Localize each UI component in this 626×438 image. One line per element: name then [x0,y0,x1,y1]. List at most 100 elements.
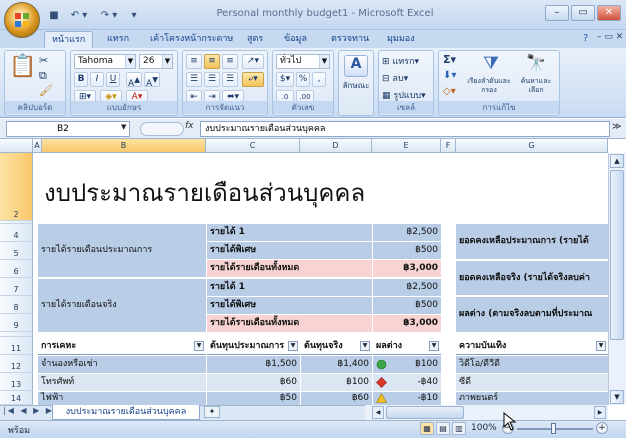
grow-font-icon[interactable]: A▲ [126,72,142,89]
minimize-button[interactable]: – [545,5,569,21]
list-item[interactable]: ซีดี [456,374,608,391]
tab-page-layout[interactable]: เค้าโครงหน้ากระดาษ [143,31,240,48]
percent-button[interactable]: % [296,72,310,87]
table-row-name[interactable]: ไฟฟ้า [38,392,206,405]
sheet-nav-icons[interactable]: |◀ ◀ ▶ ▶| [3,406,59,415]
col-header-b[interactable]: B [42,139,206,153]
row-header-11[interactable]: 11 [0,337,33,355]
italic-button[interactable]: I [90,72,104,87]
tab-formulas[interactable]: สูตร [240,31,270,48]
table-row-projected[interactable]: ฿60 [207,374,300,391]
row-header-2[interactable]: 2 [0,153,33,221]
row-header-9[interactable]: 9 [0,314,33,332]
actual-income1-value[interactable]: ฿2,500 [373,279,441,296]
col-header-f[interactable]: F [441,139,456,153]
chevron-down-icon[interactable]: ▼ [319,55,329,68]
fill-icon[interactable]: ⬇▾ [443,70,456,81]
sheet-tab-budget[interactable]: งบประมาณรายเดือนส่วนบุคคล [52,405,200,420]
scroll-up-icon[interactable]: ▲ [610,154,624,168]
format-cells-button[interactable]: ▦ รูปแบบ▾ [382,88,426,102]
difference-label[interactable]: ผลต่าง (ตามจริงลบตามที่ประมาณ [456,297,608,332]
tab-insert[interactable]: แทรก [100,31,136,48]
col-header-a[interactable]: A [33,139,42,153]
align-left-icon[interactable]: ☰ [186,72,202,87]
table-row-actual[interactable]: ฿1,400 [301,356,372,373]
redo-button[interactable]: ↷ ▾ [96,10,122,21]
actual-extra-value[interactable]: ฿500 [373,297,441,314]
align-middle-icon[interactable]: ≡ [204,54,220,69]
row-header-7[interactable]: 7 [0,278,33,296]
tab-review[interactable]: ตรวจทาน [324,31,376,48]
save-icon[interactable]: ■ [46,10,62,21]
align-right-icon[interactable]: ☰ [222,72,238,87]
scroll-right-icon[interactable]: ▶ [594,406,606,419]
fx-button[interactable]: fx [185,121,194,131]
ribbon-window-controls[interactable]: – ▭ ✕ [597,32,623,42]
page-break-view-icon[interactable]: ▥ [452,422,466,435]
undo-button[interactable]: ↶ ▾ [66,10,92,21]
filter-dropdown-icon[interactable]: ▼ [596,341,606,351]
filter-dropdown-icon[interactable]: ▼ [288,341,298,351]
actual-balance-label[interactable]: ยอดคงเหลือจริง (รายได้จริงลบค่า [456,261,608,295]
insert-cells-button[interactable]: ⊞ แทรก▾ [382,54,419,68]
copy-icon[interactable]: ⧉ [39,69,47,83]
filter-dropdown-icon[interactable]: ▼ [194,341,204,351]
normal-view-icon[interactable]: ▦ [420,422,434,435]
filter-dropdown-icon[interactable]: ▼ [360,341,370,351]
row-header-5[interactable]: 5 [0,242,33,260]
table-row-name[interactable]: จำนองหรือเช่า [38,356,206,373]
number-format-combo[interactable]: ทั่วไป ▼ [276,54,330,69]
comma-button[interactable]: , [312,72,326,87]
actual-total-value[interactable]: ฿3,000 [373,315,441,332]
styles-button-label[interactable]: ลักษณะ [339,79,373,92]
filter-dropdown-icon[interactable]: ▼ [429,341,439,351]
projected-total-value[interactable]: ฿3,000 [373,260,441,277]
close-button[interactable]: ✕ [597,5,621,21]
restore-button[interactable]: ▭ [571,5,595,21]
actual-income-label[interactable]: รายได้รายเดือนจริง [38,279,206,332]
row-header-12[interactable]: 12 [0,355,33,373]
office-button[interactable] [4,2,40,38]
table-row-name[interactable]: โทรศัพท์ [38,374,206,391]
col-header-e[interactable]: E [372,139,441,153]
col-header-d[interactable]: D [300,139,372,153]
projected-income1-label[interactable]: รายได้ 1 [207,224,372,241]
scroll-left-icon[interactable]: ◀ [372,406,384,419]
projected-total-label[interactable]: รายได้รายเดือนทั้งหมด [207,260,372,277]
paste-icon[interactable]: 📋 [9,54,36,88]
actual-income1-label[interactable]: รายได้ 1 [207,279,372,296]
tab-data[interactable]: ข้อมูล [277,31,314,48]
projected-balance-label[interactable]: ยอดคงเหลือประมาณการ (รายได้ [456,224,608,259]
actual-total-label[interactable]: รายได้รายเดือนทั้งหมด [207,315,372,332]
zoom-slider-thumb[interactable] [551,423,556,434]
col-header-g[interactable]: G [456,139,608,153]
select-all-corner[interactable] [0,139,33,153]
sort-filter-button[interactable]: เรียงลำดับและกรอง [465,77,513,95]
projected-extra-value[interactable]: ฿500 [373,242,441,259]
autosum-button[interactable]: Σ▾ [443,53,456,66]
row-header-6[interactable]: 6 [0,260,33,278]
styles-icon[interactable]: A [344,55,368,77]
orientation-icon[interactable]: ↗▾ [242,54,264,69]
clear-icon[interactable]: ◇▾ [443,86,456,97]
table-header-difference[interactable]: ผลต่าง ▼ [373,338,441,355]
row-header-8[interactable]: 8 [0,296,33,314]
table-row-projected[interactable]: ฿1,500 [207,356,300,373]
zoom-in-icon[interactable]: + [596,422,608,434]
row-header-13[interactable]: 13 [0,373,33,391]
customize-qat-icon[interactable]: ▾ [126,10,142,21]
underline-button[interactable]: U [106,72,120,87]
font-name-combo[interactable]: Tahoma ▼ [74,54,136,69]
tab-home[interactable]: หน้าแรก [44,31,94,48]
find-select-button[interactable]: ค้นหาและเลือก [515,77,557,95]
align-top-icon[interactable]: ≡ [186,54,202,69]
table-header-projected[interactable]: ต้นทุนประมาณการ ▼ [207,338,300,355]
chevron-down-icon[interactable]: ▼ [162,55,172,68]
projected-extra-label[interactable]: รายได้พิเศษ [207,242,372,259]
horizontal-scroll-thumb[interactable] [386,406,464,419]
name-box[interactable]: B2 [6,121,130,137]
help-icon[interactable]: ? [583,33,588,44]
row-header-4[interactable]: 4 [0,224,33,242]
currency-icon[interactable]: $▾ [276,72,294,87]
scroll-down-icon[interactable]: ▼ [610,390,624,404]
